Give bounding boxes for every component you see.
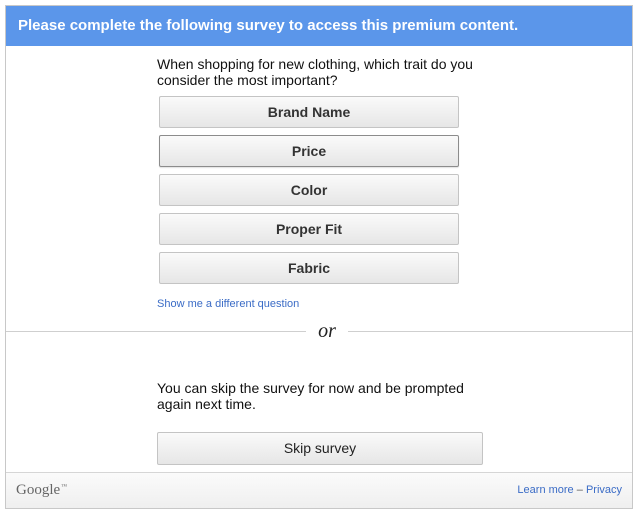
or-label: or [306, 319, 348, 343]
answer-price-button[interactable]: Price [159, 135, 459, 167]
google-logo-text: Google [16, 482, 61, 498]
skip-survey-button[interactable]: Skip survey [157, 432, 483, 465]
privacy-link[interactable]: Privacy [586, 484, 622, 496]
answer-color-button[interactable]: Color [159, 174, 459, 206]
answer-brand-name-button[interactable]: Brand Name [159, 96, 459, 128]
survey-question: When shopping for new clothing, which tr… [157, 56, 473, 88]
answer-list: Brand Name Price Color Proper Fit Fabric [159, 96, 459, 291]
answer-fabric-button[interactable]: Fabric [159, 252, 459, 284]
learn-more-link[interactable]: Learn more [517, 484, 573, 496]
survey-dialog: Please complete the following survey to … [5, 5, 633, 509]
footer: Google™ Learn more – Privacy [6, 472, 632, 508]
google-logo: Google™ [16, 482, 67, 499]
different-question-link[interactable]: Show me a different question [157, 298, 299, 310]
footer-separator: – [576, 484, 583, 496]
skip-description: You can skip the survey for now and be p… [157, 380, 464, 412]
footer-links: Learn more – Privacy [517, 484, 622, 496]
header-title: Please complete the following survey to … [6, 6, 632, 46]
trademark-mark: ™ [61, 484, 68, 490]
answer-proper-fit-button[interactable]: Proper Fit [159, 213, 459, 245]
